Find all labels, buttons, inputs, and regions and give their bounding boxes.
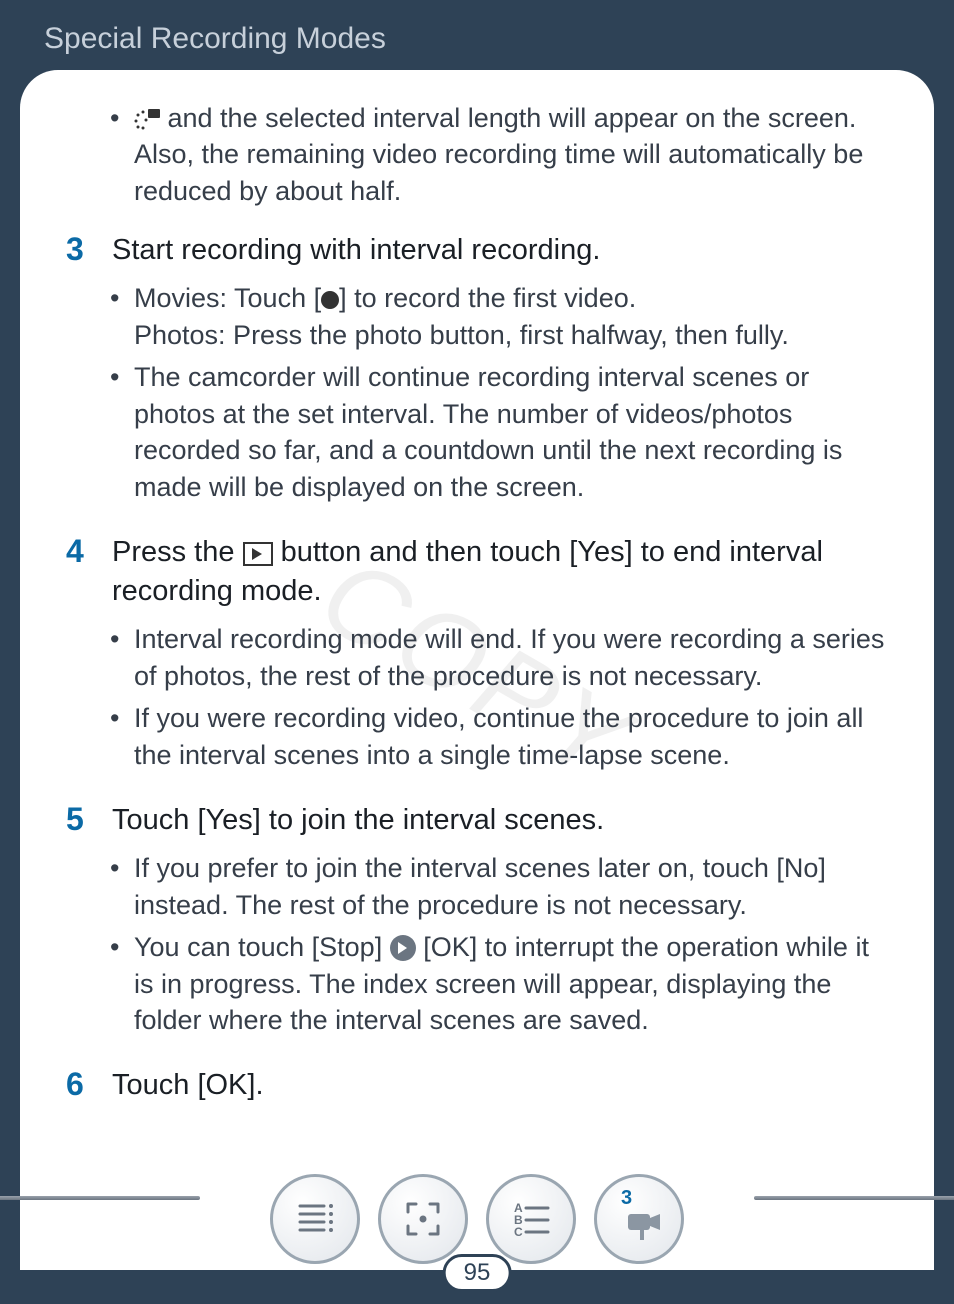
step-4-title: Press the button and then touch [Yes] to… (112, 533, 888, 611)
text: Press the (112, 536, 243, 568)
intro-bullet-list: and the selected interval length will ap… (66, 100, 888, 209)
svg-text:C: C (514, 1225, 523, 1239)
step-3-bullet-2: The camcorder will continue recording in… (134, 359, 888, 505)
step-4: 4 Press the button and then touch [Yes] … (66, 533, 888, 779)
text: Movies: Touch [ (134, 283, 321, 313)
fullscreen-icon (398, 1194, 448, 1244)
step-5-title: Touch [Yes] to join the interval scenes. (112, 801, 888, 840)
step-6: 6 Touch [OK]. (66, 1066, 888, 1105)
toc-icon (290, 1194, 340, 1244)
step-3-title: Start recording with interval recording. (112, 231, 888, 270)
nav-fullscreen-button[interactable] (378, 1174, 468, 1264)
intro-bullet-text: and the selected interval length will ap… (134, 103, 863, 206)
step-6-title: Touch [OK]. (112, 1066, 264, 1105)
page-number: 95 (443, 1254, 512, 1292)
interval-icon (134, 109, 160, 131)
step-number: 5 (66, 801, 92, 1044)
step-3: 3 Start recording with interval recordin… (66, 231, 888, 511)
index-icon: ABC (506, 1194, 556, 1244)
step-number: 4 (66, 533, 92, 779)
content-card: COPY and the selected interval length wi… (20, 70, 934, 1270)
page-header: Special Recording Modes (0, 0, 954, 70)
mode-badge: 3 (621, 1187, 632, 1210)
step-4-bullet-1: Interval recording mode will end. If you… (134, 621, 888, 694)
bottom-nav: ABC 3 (0, 1174, 954, 1264)
nav-index-button[interactable]: ABC (486, 1174, 576, 1264)
proceed-icon (390, 935, 416, 961)
text: ] to record the first video. (339, 283, 636, 313)
step-5: 5 Touch [Yes] to join the interval scene… (66, 801, 888, 1044)
step-number: 3 (66, 231, 92, 511)
play-button-icon (243, 542, 273, 566)
step-5-bullet-1: If you prefer to join the interval scene… (134, 850, 888, 923)
step-4-bullet-2: If you were recording video, continue th… (134, 700, 888, 773)
nav-toc-button[interactable] (270, 1174, 360, 1264)
intro-bullet: and the selected interval length will ap… (134, 100, 888, 209)
step-number: 6 (66, 1066, 92, 1105)
text: Photos: Press the photo button, first ha… (134, 317, 888, 353)
nav-mode-button[interactable]: 3 (594, 1174, 684, 1264)
step-5-bullet-2: You can touch [Stop] [OK] to interrupt t… (134, 929, 888, 1038)
step-3-bullet-1: Movies: Touch [ ] to record the first vid… (134, 280, 888, 353)
text: You can touch [Stop] (134, 932, 390, 962)
record-icon (321, 291, 339, 309)
